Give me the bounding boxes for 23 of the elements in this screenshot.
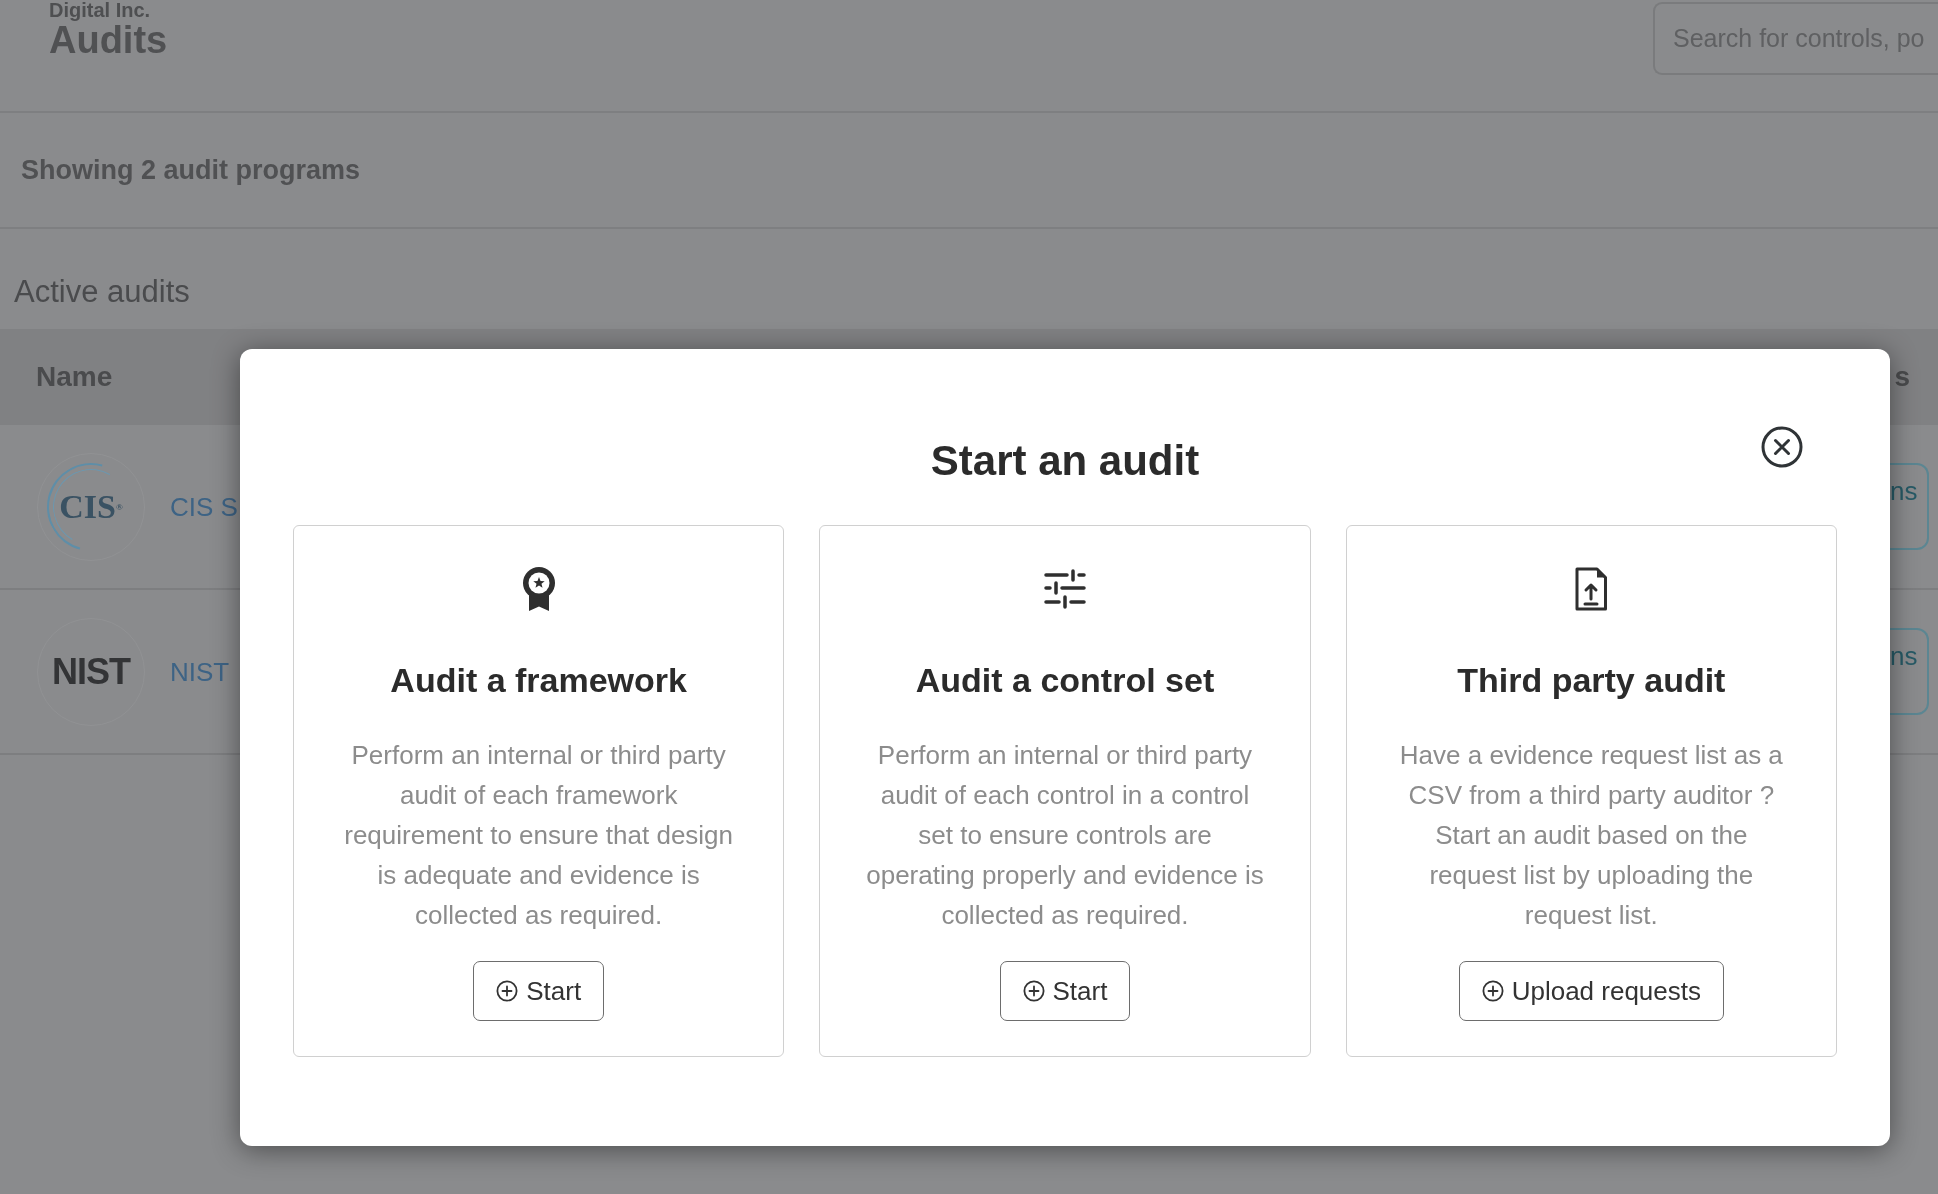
modal-title: Start an audit: [930, 436, 1200, 486]
results-count: Showing 2 audit programs: [21, 154, 361, 187]
file-upload-icon: [1574, 567, 1609, 611]
card-title: Third party audit: [1457, 660, 1726, 701]
card-title: Audit a framework: [390, 660, 687, 701]
plus-circle-icon: [496, 980, 519, 1002]
upload-button[interactable]: Upload requests: [1458, 961, 1724, 1021]
plus-circle-icon: [1022, 980, 1045, 1002]
page-title: Audits: [49, 20, 168, 60]
start-button[interactable]: Start: [473, 961, 605, 1021]
card-description: Perform an internal or third party audit of each control in a control set to ensure controls are operating properly and evidence is collected as required.: [865, 739, 1265, 932]
start-button[interactable]: Start: [999, 961, 1131, 1021]
plus-circle-icon: [1481, 980, 1504, 1002]
close-button[interactable]: [1761, 426, 1803, 468]
close-icon: [1761, 426, 1803, 468]
sliders-icon: [1044, 569, 1086, 609]
card-title: Audit a control set: [915, 660, 1215, 701]
audit-name-link[interactable]: CIS S: [170, 490, 238, 523]
audit-name-link[interactable]: NIST: [170, 655, 230, 688]
section-title: Active audits: [14, 274, 190, 310]
org-name: Digital Inc.: [49, 0, 151, 20]
card-description: Have a evidence request list as a CSV from a third party auditor ? Start an audit based on the request list by uploading the request list.: [1398, 739, 1784, 932]
card-description: Perform an internal or third party audit of each framework requirement to ensure that design is adequate and evidence is collected as required.: [343, 739, 735, 932]
